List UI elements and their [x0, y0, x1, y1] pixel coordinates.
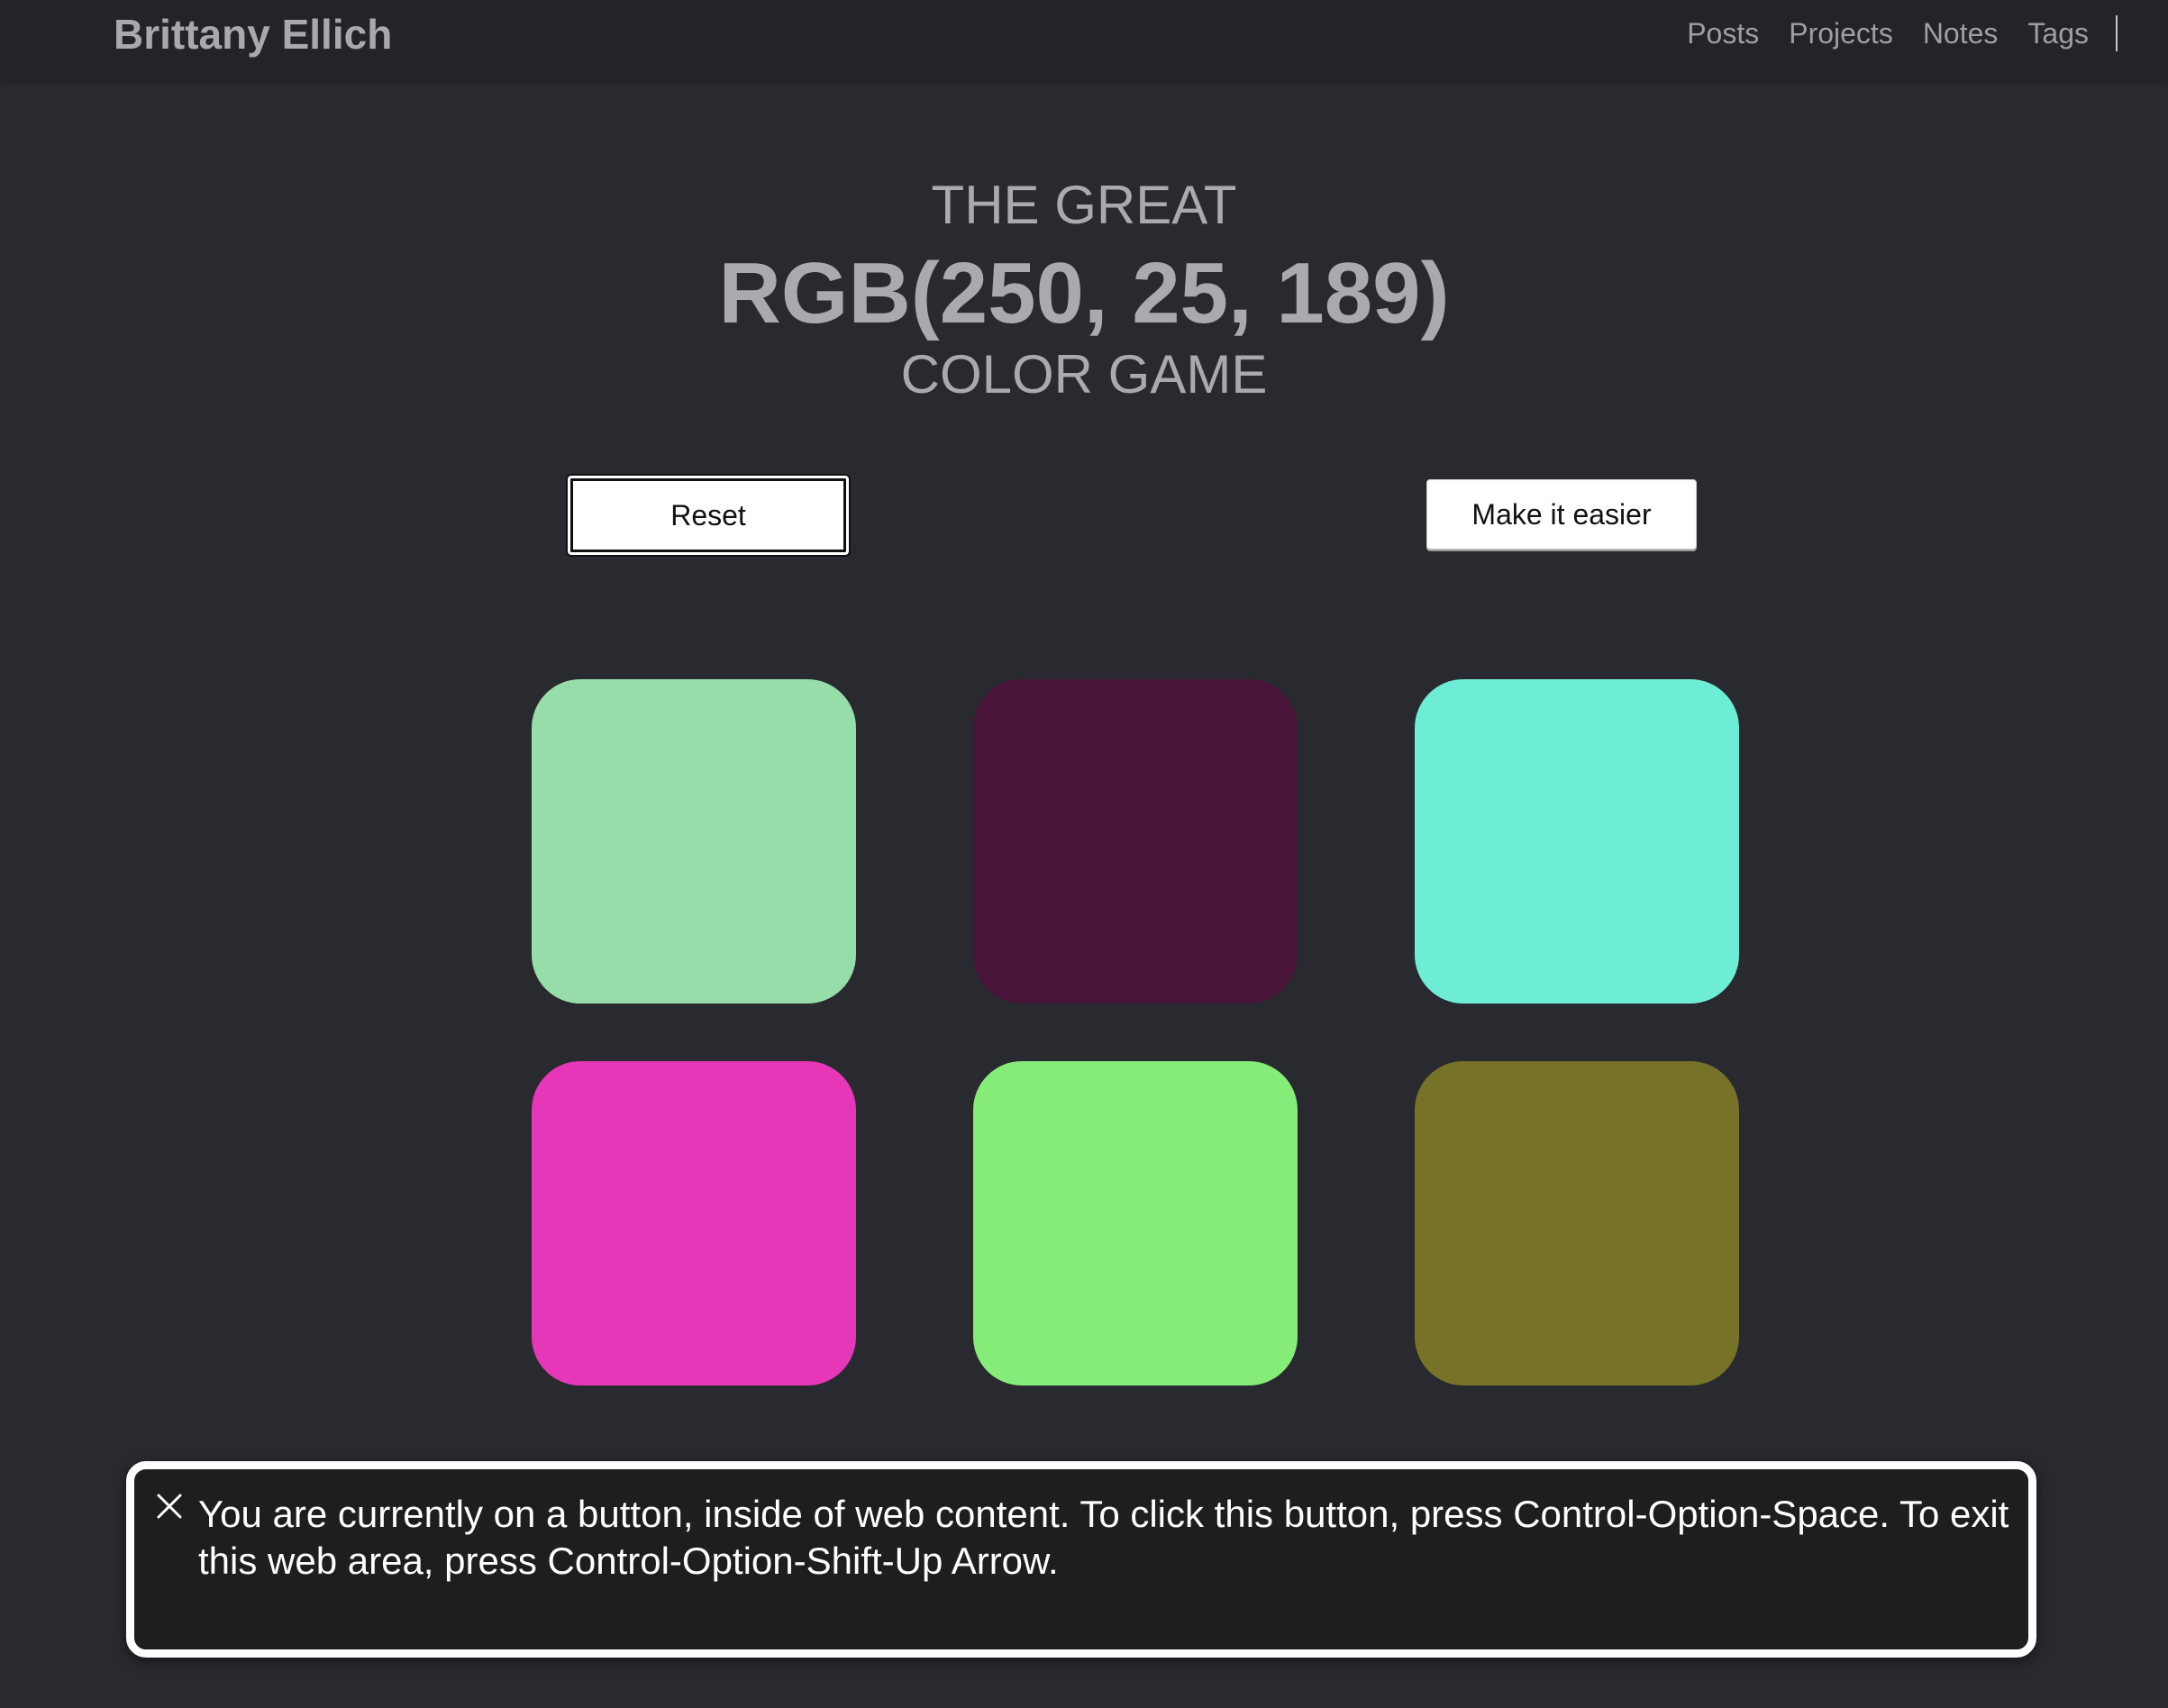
voiceover-caption-panel: You are currently on a button, inside of… — [126, 1461, 2036, 1658]
make-it-easier-button[interactable]: Make it easier — [1426, 479, 1697, 550]
color-swatch-1[interactable] — [532, 679, 856, 1004]
nav-link-notes[interactable]: Notes — [1923, 13, 1999, 54]
color-swatch-2[interactable] — [973, 679, 1298, 1004]
color-swatch-5[interactable] — [973, 1061, 1298, 1385]
target-rgb-value: RGB(250, 25, 189) — [718, 245, 1450, 341]
voiceover-message: You are currently on a button, inside of… — [198, 1493, 2009, 1582]
reset-button[interactable]: Reset — [568, 476, 849, 555]
nav-link-projects[interactable]: Projects — [1789, 13, 1893, 54]
game-title-bottom: COLOR GAME — [900, 344, 1268, 404]
site-title[interactable]: Brittany Ellich — [114, 9, 392, 59]
nav-link-tags[interactable]: Tags — [2027, 13, 2089, 54]
color-swatch-6[interactable] — [1415, 1061, 1739, 1385]
color-swatch-4[interactable] — [532, 1061, 856, 1385]
close-icon[interactable] — [156, 1493, 183, 1520]
color-swatch-3[interactable] — [1415, 679, 1739, 1004]
nav-links: Posts Projects Notes Tags — [1657, 13, 2118, 54]
site-navbar: Brittany Ellich Posts Projects Notes Tag… — [0, 0, 2168, 81]
nav-divider — [2116, 15, 2118, 51]
game-title-top: THE GREAT — [931, 175, 1237, 235]
nav-link-posts[interactable]: Posts — [1687, 13, 1759, 54]
